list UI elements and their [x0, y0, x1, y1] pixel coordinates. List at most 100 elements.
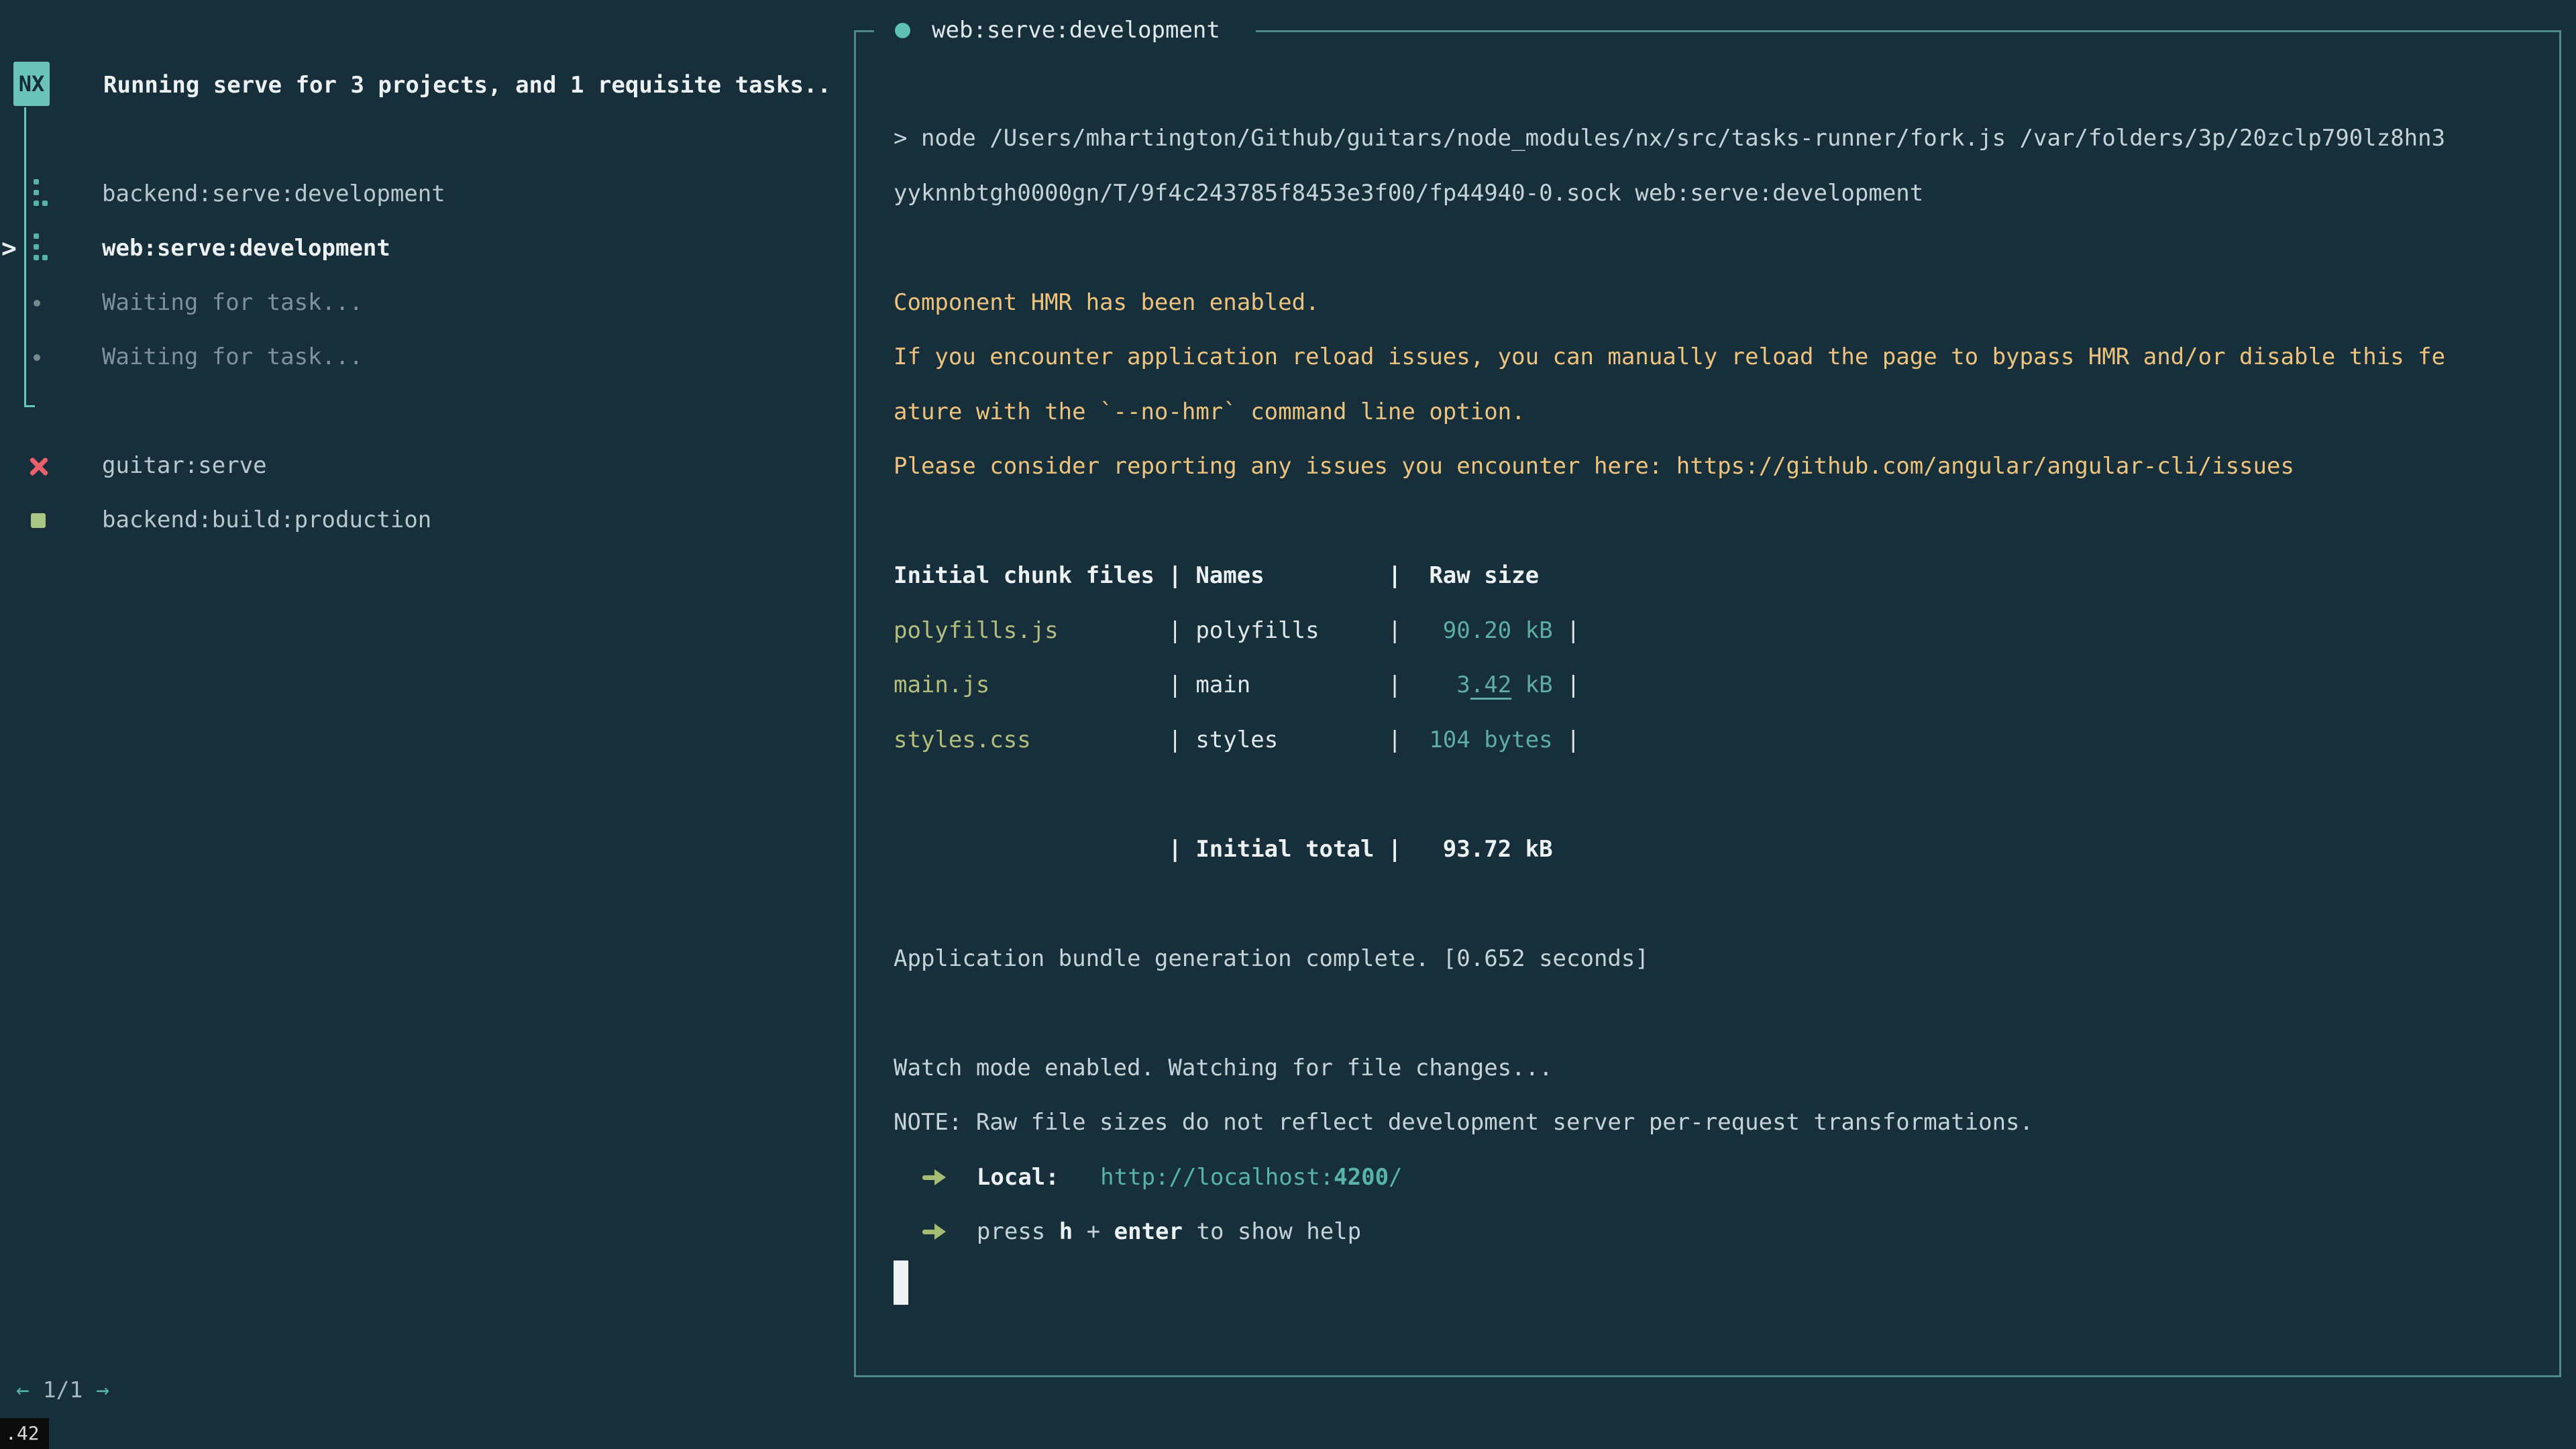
terminal-line: styles.css | styles | 104 bytes |: [894, 713, 2445, 768]
link-text[interactable]: /: [1389, 1164, 1402, 1191]
terminal-line: Watch mode enabled. Watching for file ch…: [894, 1041, 2445, 1096]
terminal-line: [894, 221, 2445, 276]
text-segment: h: [1059, 1218, 1073, 1245]
text-segment: [949, 1218, 977, 1245]
text-segment: |: [1553, 617, 1580, 644]
text-segment: 3: [1401, 672, 1470, 698]
link-text[interactable]: .42: [1470, 672, 1511, 698]
task-label: Waiting for task...: [102, 330, 363, 384]
text-segment: > node /Users/mhartington/Github/guitars…: [894, 125, 2445, 152]
page-indicator: ← 1/1 →: [16, 1370, 109, 1410]
terminal-screen: { "colors": { "background": "#162f3b", "…: [0, 0, 2576, 1449]
terminal-line: > node /Users/mhartington/Github/guitars…: [894, 111, 2445, 166]
page-left-arrow-icon: ←: [16, 1377, 30, 1403]
task-label: backend:build:production: [102, 493, 431, 547]
text-segment: [949, 1164, 977, 1191]
terminal-line: polyfills.js | polyfills | 90.20 kB |: [894, 604, 2445, 659]
task-item-guitar-serve[interactable]: guitar:serve: [0, 439, 839, 493]
text-segment: ature with the `--no-hmr` command line o…: [894, 398, 1525, 425]
task-label: web:serve:development: [102, 221, 390, 276]
text-segment: +: [1073, 1218, 1114, 1245]
text-segment: [1059, 1164, 1100, 1191]
text-segment: main.js: [894, 672, 989, 698]
terminal-line: Component HMR has been enabled.: [894, 276, 2445, 331]
terminal-line: main.js | main | 3.42 kB |: [894, 658, 2445, 713]
spinner-icon: [34, 233, 39, 239]
terminal-line: [894, 767, 2445, 822]
task-list-gap: [0, 384, 839, 439]
runner-status-title: Running serve for 3 projects, and 1 requ…: [103, 67, 831, 103]
spacer: [83, 1377, 96, 1403]
text-segment: yyknnbtgh0000gn/T/9f4c243785f8453e3f00/f…: [894, 180, 1923, 207]
task-item-backend-serve-development[interactable]: backend:serve:development: [0, 167, 839, 221]
panel-border-top-left-segment: [854, 30, 874, 32]
terminal-line: [894, 1260, 2445, 1315]
task-label: backend:serve:development: [102, 167, 445, 221]
panel-border-top-right-segment: [1256, 30, 2561, 32]
link-hover-preview: .42: [0, 1418, 49, 1449]
panel-title-row: web:serve:development: [895, 13, 1220, 47]
text-segment: polyfills.js: [894, 617, 1059, 644]
text-segment: |: [1553, 727, 1580, 753]
text-segment: Component HMR has been enabled.: [894, 289, 1320, 316]
page-count-value: 1/1: [43, 1377, 83, 1403]
panel-title: web:serve:development: [932, 17, 1220, 44]
terminal-line: Please consider reporting any issues you…: [894, 439, 2445, 494]
text-segment: | main |: [989, 672, 1401, 698]
text-segment: If you encounter application reload issu…: [894, 343, 2445, 370]
page-count: [30, 1377, 43, 1403]
terminal-line: yyknnbtgh0000gn/T/9f4c243785f8453e3f00/f…: [894, 166, 2445, 221]
page-right-arrow-icon: →: [96, 1377, 109, 1403]
terminal-line: NOTE: Raw file sizes do not reflect deve…: [894, 1095, 2445, 1150]
arrow-right-icon: [921, 1219, 949, 1243]
link-text[interactable]: 4200: [1334, 1164, 1389, 1191]
text-segment: kB: [1511, 672, 1552, 698]
text-segment: Watch mode enabled. Watching for file ch…: [894, 1055, 1553, 1081]
text-segment: Please consider reporting any issues you…: [894, 453, 2294, 480]
text-segment: [894, 1218, 921, 1245]
link-text[interactable]: http://localhost:: [1100, 1164, 1334, 1191]
text-segment: Local:: [977, 1164, 1059, 1191]
cross-icon: [28, 455, 50, 477]
task-list: backend:serve:development > web:serve:deve…: [0, 167, 839, 547]
terminal-line: If you encounter application reload issu…: [894, 330, 2445, 385]
terminal-line: [894, 986, 2445, 1041]
dot-icon: [34, 354, 40, 361]
terminal-line: press h + enter to show help: [894, 1205, 2445, 1260]
terminal-line: | Initial total | 93.72 kB: [894, 822, 2445, 877]
task-sidebar: NX Running serve for 3 projects, and 1 r…: [0, 0, 839, 1449]
arrow-right-icon: [921, 1165, 949, 1189]
square-icon: [31, 513, 46, 528]
text-segment: press: [977, 1218, 1059, 1245]
terminal-output: > node /Users/mhartington/Github/guitars…: [894, 111, 2445, 1314]
selected-chevron-icon: >: [1, 221, 17, 276]
task-label: Waiting for task...: [102, 276, 363, 330]
text-segment: |: [1553, 672, 1580, 698]
terminal-line: [894, 494, 2445, 549]
dot-icon: [34, 300, 40, 307]
text-segment: | Initial total | 93.72 kB: [894, 836, 1553, 863]
task-item-backend-build-production[interactable]: backend:build:production: [0, 493, 839, 547]
task-item-web-serve-development[interactable]: > web:serve:development: [0, 221, 839, 276]
text-segment: styles.css: [894, 727, 1031, 753]
nx-logo-badge: NX: [13, 62, 50, 106]
text-segment: Initial chunk files | Names | Raw size: [894, 562, 1539, 589]
task-item-waiting-for-task-[interactable]: Waiting for task...: [0, 330, 839, 384]
text-segment: NOTE: Raw file sizes do not reflect deve…: [894, 1109, 2033, 1136]
text-segment: | polyfills |: [1059, 617, 1402, 644]
terminal-line: [894, 877, 2445, 932]
task-label: guitar:serve: [102, 439, 267, 493]
text-segment: 90.20 kB: [1401, 617, 1552, 644]
text-segment: enter: [1114, 1218, 1183, 1245]
spinner-icon: [34, 179, 39, 184]
terminal-line: Local: http://localhost:4200/: [894, 1150, 2445, 1205]
task-item-waiting-for-task-[interactable]: Waiting for task...: [0, 276, 839, 330]
terminal-line: Application bundle generation complete. …: [894, 932, 2445, 987]
terminal-cursor: [894, 1260, 908, 1305]
terminal-line: ature with the `--no-hmr` command line o…: [894, 385, 2445, 440]
text-segment: to show help: [1183, 1218, 1361, 1245]
text-segment: Application bundle generation complete. …: [894, 945, 1649, 972]
text-segment: [894, 1164, 921, 1191]
text-segment: | styles |: [1031, 727, 1402, 753]
text-segment: 104 bytes: [1401, 727, 1552, 753]
